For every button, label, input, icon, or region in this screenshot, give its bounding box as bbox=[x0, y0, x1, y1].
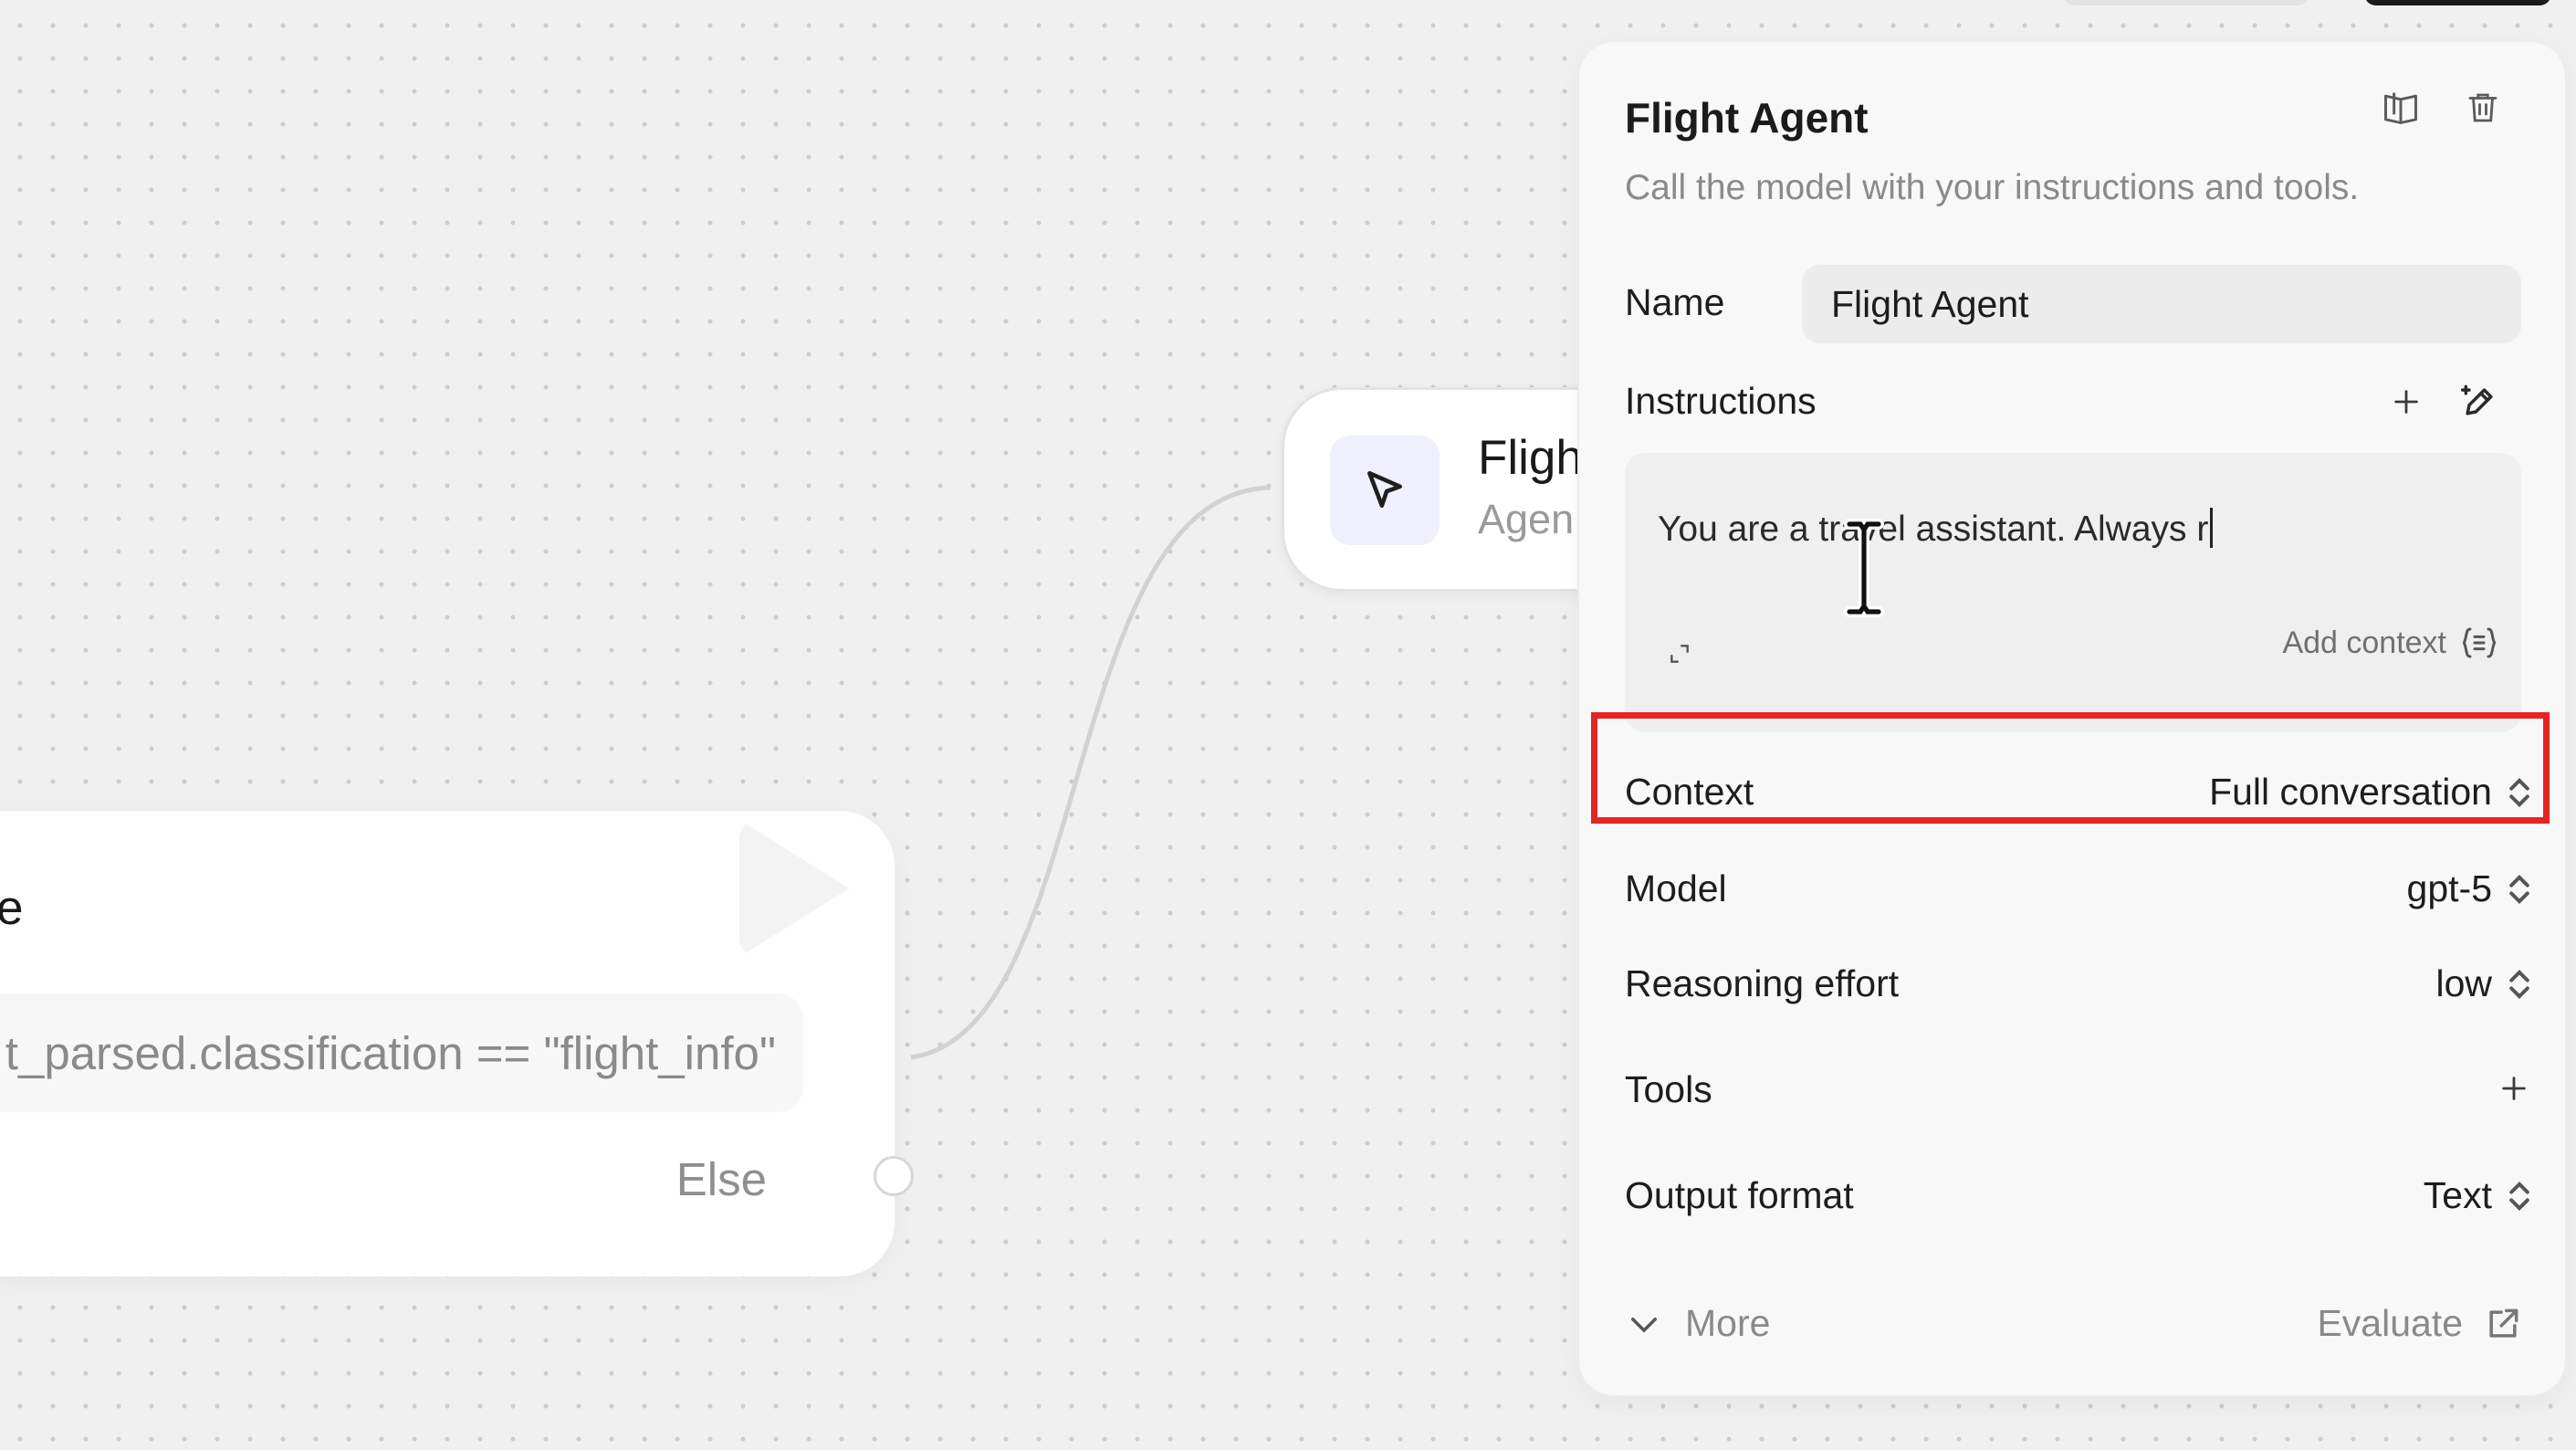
evaluate-link[interactable]: Evaluate bbox=[2317, 1302, 2523, 1345]
top-toolbar-button-light[interactable] bbox=[2063, 0, 2309, 5]
model-select[interactable]: gpt-5 bbox=[2407, 867, 2492, 910]
external-link-icon bbox=[2489, 1308, 2518, 1338]
instructions-label: Instructions bbox=[1625, 380, 1817, 422]
agent-cursor-icon bbox=[1330, 436, 1440, 545]
model-chevron-icon bbox=[2509, 874, 2529, 905]
magic-edit-icon[interactable] bbox=[2454, 376, 2505, 427]
name-label: Name bbox=[1625, 281, 1725, 323]
reasoning-effort-select[interactable]: low bbox=[2435, 962, 2492, 1005]
condition-text: t_parsed.classification == "flight_info" bbox=[5, 1027, 776, 1079]
condition-row[interactable]: t_parsed.classification == "flight_info" bbox=[0, 993, 803, 1112]
book-icon[interactable] bbox=[2375, 82, 2426, 133]
trash-icon[interactable] bbox=[2457, 82, 2508, 133]
instructions-textarea[interactable]: You are a travel assistant. Always r Add… bbox=[1625, 453, 2521, 732]
evaluate-label: Evaluate bbox=[2317, 1302, 2463, 1344]
panel-title: Flight Agent bbox=[1625, 94, 1869, 142]
panel-description: Call the model with your instructions an… bbox=[1625, 168, 2360, 207]
else-output-handle[interactable] bbox=[874, 1156, 914, 1196]
ifelse-node-title: e bbox=[0, 881, 24, 935]
else-label: Else bbox=[675, 1153, 767, 1205]
reasoning-effort-label: Reasoning effort bbox=[1625, 962, 1900, 1004]
top-toolbar-button-dark[interactable] bbox=[2364, 0, 2551, 5]
plus-icon[interactable] bbox=[2382, 378, 2430, 426]
add-tool-plus-icon[interactable] bbox=[2492, 1065, 2536, 1112]
output-format-select[interactable]: Text bbox=[2424, 1174, 2492, 1217]
chevron-down-icon bbox=[1631, 1317, 1657, 1332]
more-toggle[interactable]: More bbox=[1625, 1302, 1770, 1345]
variable-braces-icon bbox=[2462, 627, 2497, 658]
reasoning-chevron-icon bbox=[2509, 969, 2529, 1000]
add-context-label: Add context bbox=[2282, 625, 2446, 660]
ifelse-node[interactable]: e t_parsed.classification == "flight_inf… bbox=[0, 811, 914, 1277]
tools-label: Tools bbox=[1625, 1068, 1712, 1110]
more-label: More bbox=[1685, 1302, 1771, 1344]
expand-icon[interactable] bbox=[1661, 636, 1698, 672]
name-input[interactable] bbox=[1802, 265, 2521, 343]
output-format-chevron-icon bbox=[2509, 1181, 2529, 1212]
context-highlight-box bbox=[1591, 712, 2550, 824]
output-format-label: Output format bbox=[1625, 1174, 1854, 1216]
instructions-text: You are a travel assistant. Always r bbox=[1658, 508, 2214, 550]
agent-node-title: Fligh bbox=[1478, 431, 1583, 485]
text-cursor-icon bbox=[1844, 519, 1884, 617]
model-label: Model bbox=[1625, 867, 1727, 909]
agent-node-subtitle: Agen bbox=[1478, 496, 1575, 542]
play-icon bbox=[739, 820, 849, 957]
add-context-button[interactable]: Add context bbox=[2282, 625, 2499, 661]
